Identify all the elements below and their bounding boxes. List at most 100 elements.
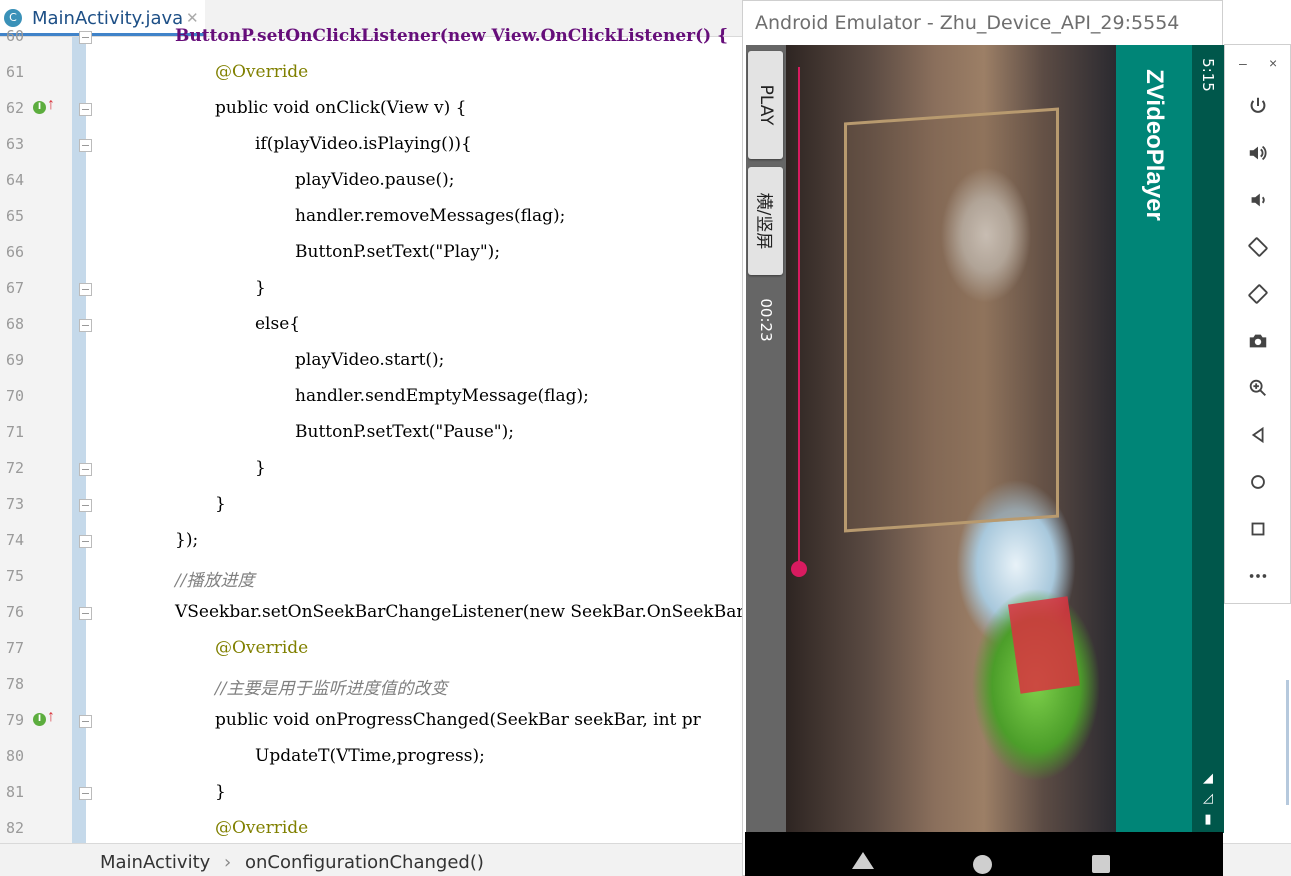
fold-marker-icon[interactable] [79,319,92,332]
camera-icon[interactable] [1245,328,1271,354]
up-arrow-icon: ↑ [47,96,55,113]
emulator-title: Android Emulator - Zhu_Device_API_29:555… [755,12,1180,34]
code-line: 64 playVideo.pause(); [0,163,742,199]
fold-marker-icon[interactable] [79,787,92,800]
line-number: 62 [5,99,24,117]
code-text: public void onClick(View v) { [215,98,467,118]
line-number: 79 [5,711,24,729]
up-arrow-icon: ↑ [47,708,55,725]
rotate-right-icon[interactable] [1245,281,1271,307]
line-number: 69 [5,351,24,369]
rotate-left-icon[interactable] [1245,234,1271,260]
overview-icon[interactable] [1245,516,1271,542]
code-line: 82 @Override [0,811,742,847]
line-number: 67 [5,279,24,297]
recents-icon[interactable] [1092,855,1110,873]
fold-marker-icon[interactable] [79,103,92,116]
code-line: 63 if(playVideo.isPlaying()){ [0,127,742,163]
fold-marker-icon[interactable] [79,535,92,548]
scrollbar[interactable] [1286,680,1289,805]
code-line: 80 UpdateT(VTime,progress); [0,739,742,775]
fold-marker-icon[interactable] [79,283,92,296]
fold-marker-icon[interactable] [79,139,92,152]
code-line: 71 ButtonP.setText("Pause"); [0,415,742,451]
fold-marker-icon[interactable] [79,607,92,620]
fold-marker-icon[interactable] [79,499,92,512]
code-text: ButtonP.setText("Play"); [295,242,501,262]
code-line: 66 ButtonP.setText("Play"); [0,235,742,271]
video-frame-content [844,107,1059,533]
code-text: if(playVideo.isPlaying()){ [255,134,472,154]
code-line: 81 } [0,775,742,811]
code-line: 76 VSeekbar.setOnSeekBarChangeListener(n… [0,595,745,631]
back-icon[interactable] [1245,422,1271,448]
zoom-icon[interactable] [1245,375,1271,401]
code-text: UpdateT(VTime,progress); [255,746,485,766]
rotate-screen-button[interactable]: 横/竖屏 [748,167,783,275]
device-screen[interactable]: PLAY 横/竖屏 00:23 ZVideoPlayer 5:15 ◢ ◿ ▮ [746,45,1224,833]
status-bar: 5:15 ◢ ◿ ▮ [1192,45,1224,833]
line-number: 65 [5,207,24,225]
back-icon[interactable] [852,852,874,869]
status-clock: 5:15 [1199,58,1217,92]
breadcrumb-method[interactable]: onConfigurationChanged() [245,852,484,873]
seek-bar-thumb[interactable] [791,561,807,577]
line-number: 77 [5,639,24,657]
line-number: 64 [5,171,24,189]
code-text: @Override [215,818,309,838]
fold-marker-icon[interactable] [79,31,92,44]
signal-icon: ◿ [1203,790,1213,805]
more-icon[interactable] [1245,563,1271,589]
video-frame-content [1008,596,1080,694]
code-text: } [255,278,266,298]
wifi-icon: ◢ [1203,770,1213,785]
play-button[interactable]: PLAY [748,51,783,159]
code-comment: //主要是用于监听进度值的改变 [215,679,448,699]
line-number: 74 [5,531,24,549]
implements-marker-icon[interactable]: I [33,101,46,114]
code-text: handler.sendEmptyMessage(flag); [295,386,589,406]
line-number: 82 [5,819,24,837]
elapsed-time: 00:23 [746,290,786,350]
emulator-toolbar: – × [1224,44,1291,604]
code-text: playVideo.start(); [295,350,445,370]
line-number: 81 [5,783,24,801]
code-line: 74 }); [0,523,742,559]
code-line: 79 I ↑ public void onProgressChanged(See… [0,703,742,739]
rotate-button-label: 横/竖屏 [753,192,773,250]
code-line: 61 @Override [0,55,742,91]
volume-down-icon[interactable] [1245,187,1271,213]
power-icon[interactable] [1245,93,1271,119]
controls-strip: PLAY 横/竖屏 00:23 [746,45,786,833]
code-text: ButtonP.setText("Pause"); [295,422,514,442]
line-number: 71 [5,423,24,441]
line-number: 61 [5,63,24,81]
home-icon[interactable] [973,855,992,874]
home-icon[interactable] [1245,469,1271,495]
line-number: 72 [5,459,24,477]
code-comment: //播放进度 [175,571,255,591]
code-line: 67 } [0,271,742,307]
minimize-button[interactable]: – [1239,55,1247,71]
line-number: 78 [5,675,24,693]
fold-marker-icon[interactable] [79,463,92,476]
line-number: 73 [5,495,24,513]
code-text: VSeekbar.setOnSeekBarChangeListener(new … [175,602,745,622]
volume-up-icon[interactable] [1245,140,1271,166]
battery-icon: ▮ [1204,811,1212,826]
breadcrumb-class[interactable]: MainActivity [100,852,210,873]
seek-bar-track[interactable] [798,67,800,569]
code-text: } [255,458,266,478]
line-number: 70 [5,387,24,405]
code-line: 72 } [0,451,742,487]
fold-marker-icon[interactable] [79,715,92,728]
line-number: 75 [5,567,24,585]
code-text: playVideo.pause(); [295,170,455,190]
implements-marker-icon[interactable]: I [33,713,46,726]
code-text: } [215,494,226,514]
code-text: } [215,782,226,802]
code-text: handler.removeMessages(flag); [295,206,566,226]
close-button[interactable]: × [1269,55,1277,71]
video-view[interactable] [786,45,1116,833]
code-line: 75 //播放进度 [0,559,742,595]
